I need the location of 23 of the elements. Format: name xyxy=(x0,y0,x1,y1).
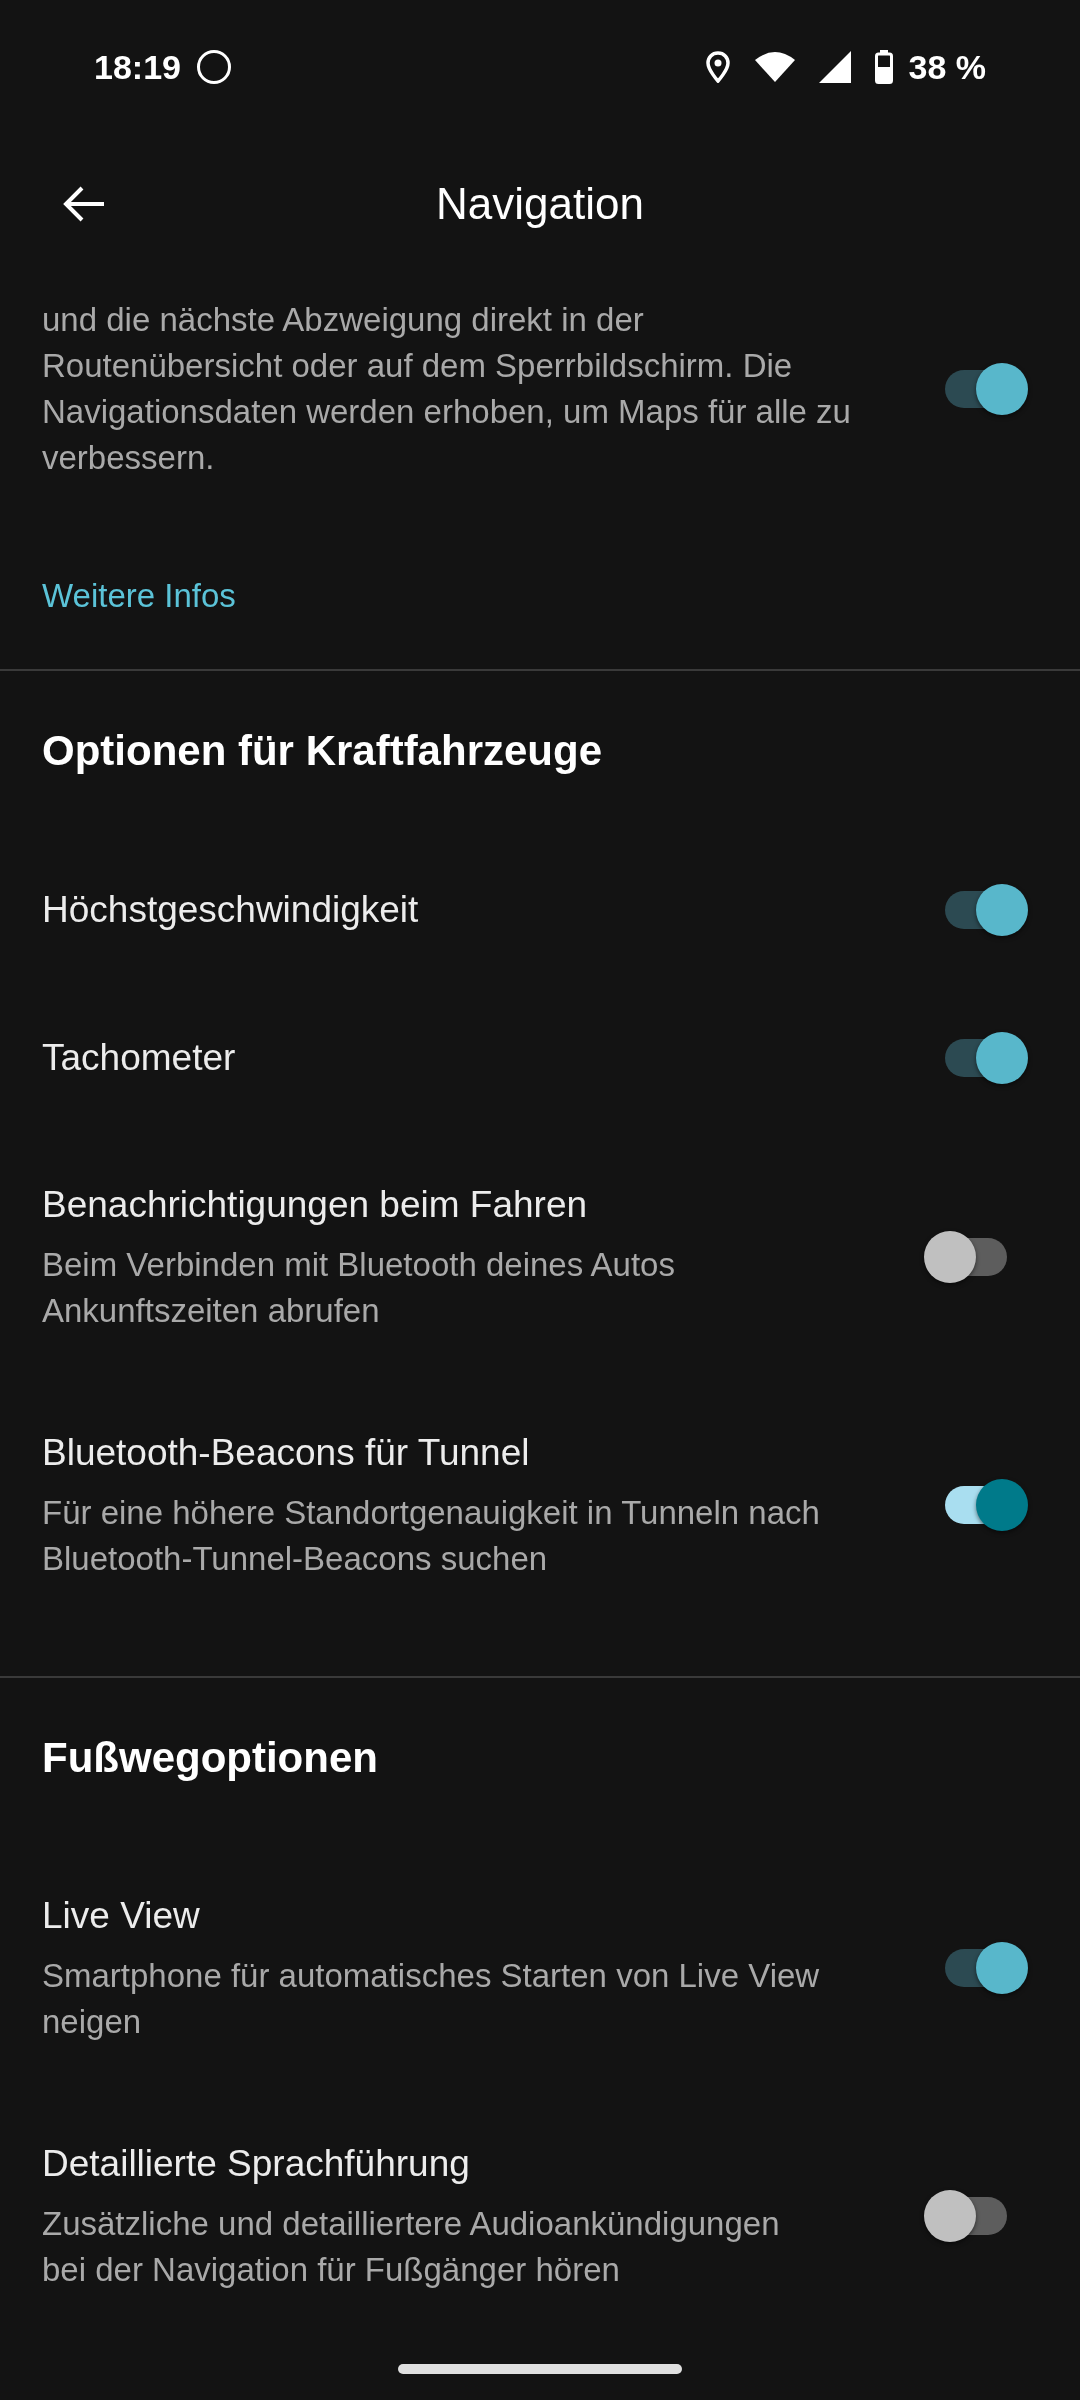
status-time: 18:19 xyxy=(94,47,181,87)
battery-percentage: 38 % xyxy=(908,47,986,87)
section-heading: Optionen für Kraftfahrzeuge xyxy=(42,726,603,776)
circle-icon xyxy=(196,50,231,84)
section-heading: Fußwegoptionen xyxy=(42,1733,379,1783)
signal-icon xyxy=(818,51,851,83)
setting-title: Benachrichtigungen beim Fahren xyxy=(42,1183,589,1227)
setting-description: Smartphone für automatisches Starten von Live View neigen xyxy=(42,1956,821,2042)
location-pin-icon xyxy=(704,51,731,83)
more-info-link[interactable]: Weitere Infos xyxy=(42,573,236,619)
wifi-icon xyxy=(754,52,795,82)
back-arrow-icon[interactable] xyxy=(62,186,106,222)
setting-title: Detaillierte Sprachführung xyxy=(42,2142,471,2186)
setting-title: Tachometer xyxy=(42,1036,236,1080)
setting-title: Bluetooth-Beacons für Tunnel xyxy=(42,1431,531,1475)
setting-description: Zusätzliche und detailliertere Audioankündigungen bei der Navigation für Fußgänger hören xyxy=(42,2204,781,2290)
setting-description: und die nächste Abzweigung direkt in der Routenübersicht oder auf dem Sperrbildschirm. Die Navigationsdaten werden erhoben, um Maps für alle zu verbessern. xyxy=(42,300,852,478)
setting-description: Für eine höhere Standortgenauigkeit in Tunneln nach Bluetooth-Tunnel-Beacons suchen xyxy=(42,1493,821,1579)
setting-title: Höchstgeschwindigkeit xyxy=(42,888,419,932)
setting-title: Live View xyxy=(42,1894,201,1938)
screen-title: Navigation xyxy=(436,179,644,229)
battery-icon xyxy=(874,50,893,84)
setting-description: Beim Verbinden mit Bluetooth deines Autos Ankunftszeiten abrufen xyxy=(42,1245,676,1331)
